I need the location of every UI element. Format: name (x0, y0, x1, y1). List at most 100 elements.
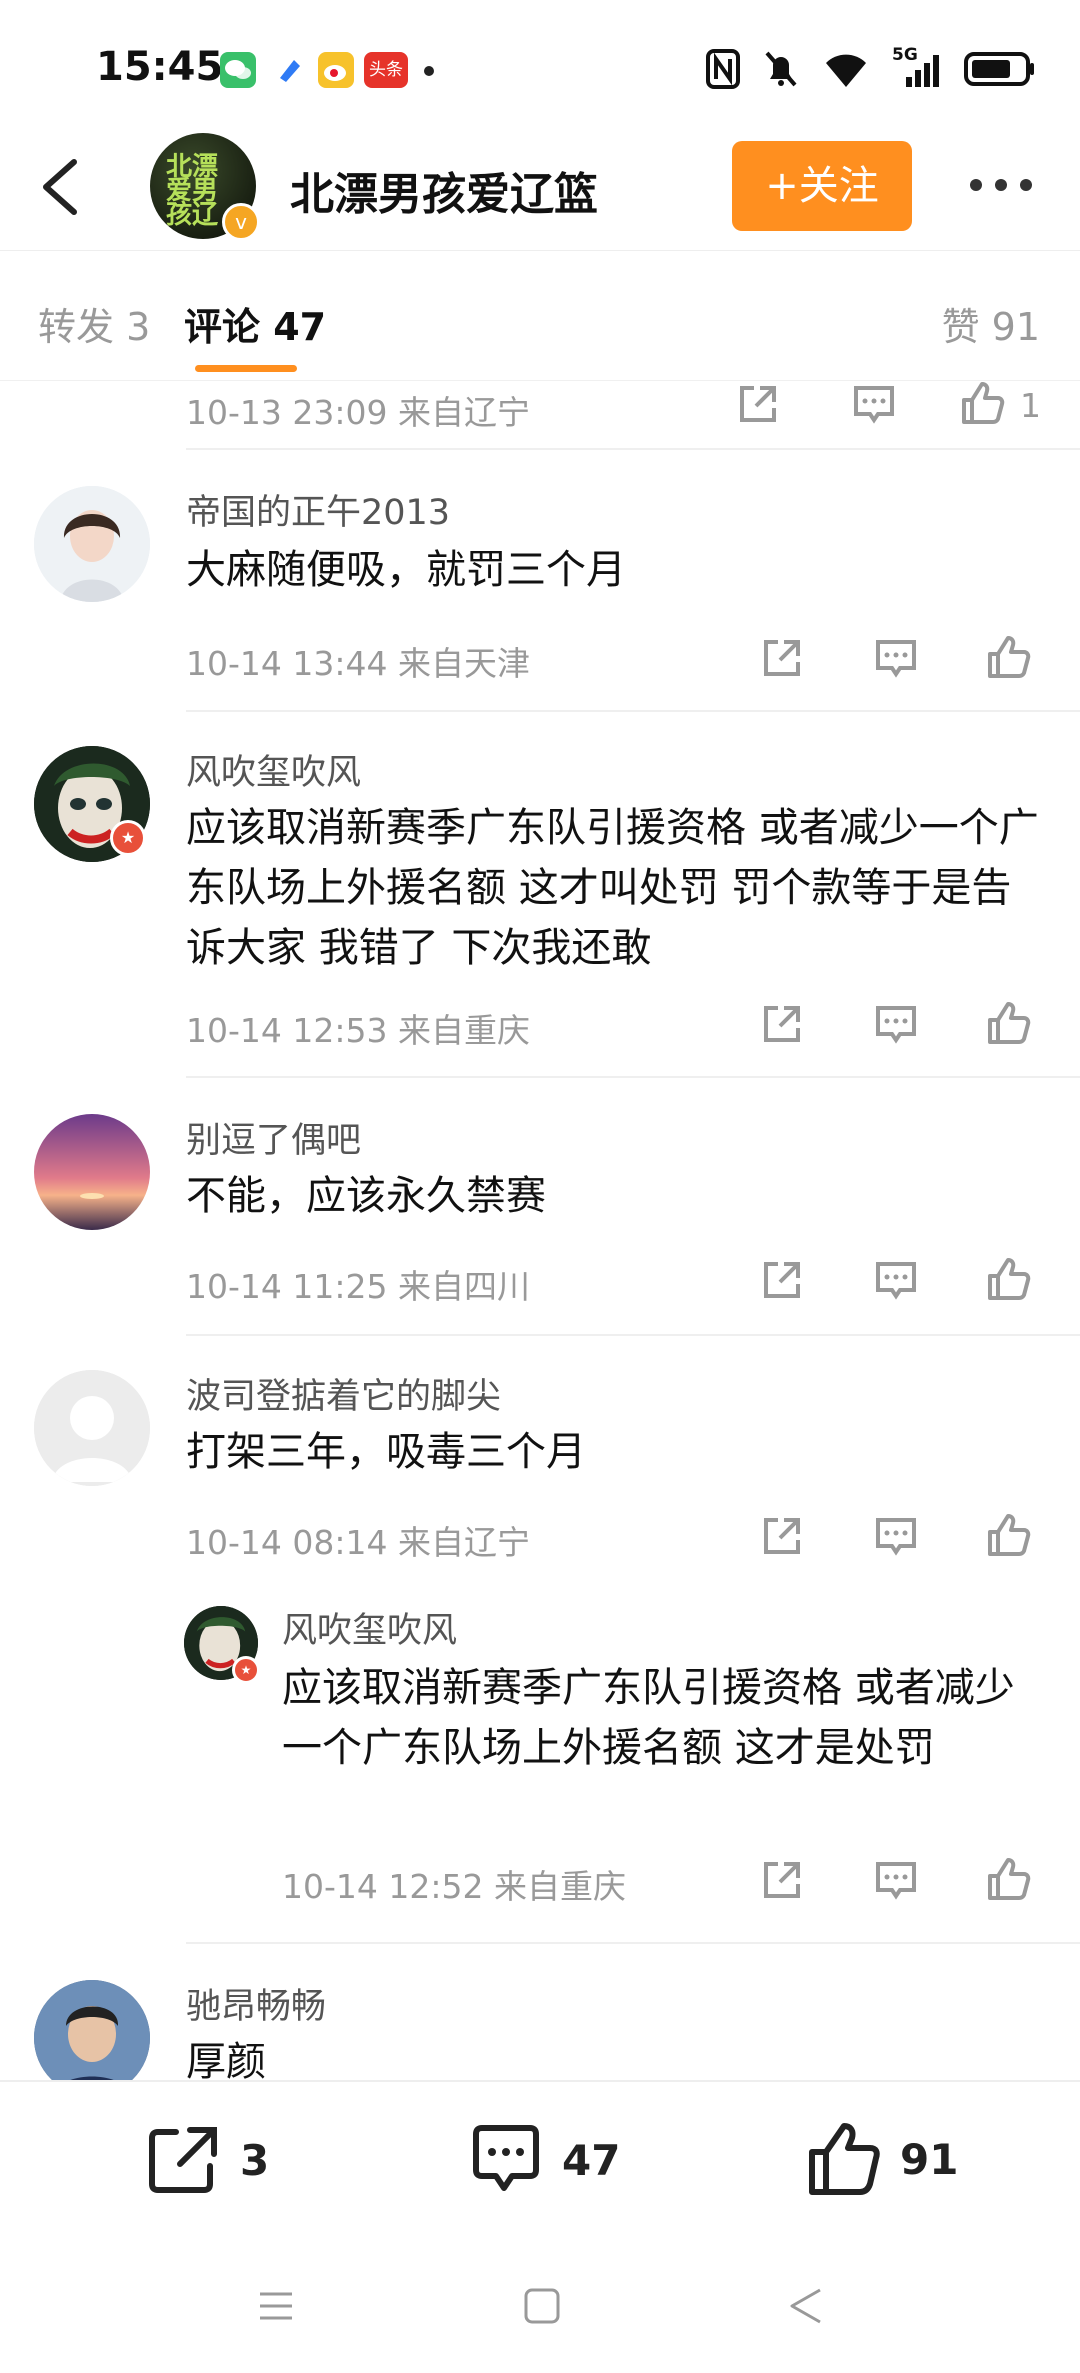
comment-bubble-icon (876, 1262, 916, 1300)
avatar[interactable] (34, 1370, 150, 1486)
divider (186, 448, 1080, 450)
battery-icon (964, 52, 1034, 86)
comment-time: 10-14 13:44 (186, 644, 388, 683)
home-button[interactable] (522, 2286, 562, 2330)
comment-bubble-icon (876, 640, 916, 678)
follow-button[interactable]: +关注 (732, 141, 912, 231)
share-button[interactable] (758, 1256, 806, 1304)
comment-meta: 10-14 13:44 来自天津 (186, 637, 530, 685)
verified-badge-icon: v (222, 203, 260, 241)
back-nav-button[interactable] (786, 2284, 826, 2332)
toutiao-icon: 头条 (364, 52, 408, 88)
active-tab-indicator (195, 365, 297, 372)
tab-reposts[interactable]: 转发 3 (38, 296, 150, 351)
comment-username[interactable]: 波司登掂着它的脚尖 (186, 1368, 501, 1419)
share-icon (764, 1518, 800, 1554)
comment-bubble-icon (854, 386, 894, 424)
more-notifications-dot (424, 66, 434, 76)
share-icon (740, 386, 776, 422)
reply-button[interactable] (872, 1856, 920, 1904)
share-button[interactable] (758, 634, 806, 682)
comment-action[interactable]: 47 (468, 2122, 620, 2198)
comment-meta: 10-14 11:25 来自四川 (186, 1260, 530, 1308)
share-icon (764, 1262, 800, 1298)
divider (186, 1334, 1080, 1336)
comment-time: 10-14 08:14 (186, 1523, 388, 1562)
comment-location: 来自辽宁 (397, 393, 530, 432)
back-arrow-icon (43, 159, 77, 215)
comment-bubble-icon (876, 1518, 916, 1556)
mute-bell-icon (765, 51, 797, 87)
thumbs-up-icon (962, 382, 1005, 424)
tab-comments[interactable]: 评论 47 (184, 296, 326, 351)
like-button[interactable] (984, 1256, 1032, 1304)
nfc-icon (706, 49, 740, 89)
share-icon (764, 1862, 800, 1898)
comment-username[interactable]: 驰昂畅畅 (186, 1978, 326, 2029)
comment-meta: 10-13 23:09 来自辽宁 (186, 386, 530, 434)
comment-text: 厚颜 (186, 2039, 266, 2080)
repost-action[interactable]: 3 (146, 2124, 269, 2196)
divider (186, 1076, 1080, 1078)
tab-bar (0, 250, 1080, 381)
member-badge-icon: ★ (232, 1656, 260, 1684)
tab-likes[interactable]: 赞 91 (942, 296, 1040, 351)
reply-text: 应该取消新赛季广东队引援资格 或者减少一个广东队场上外援名额 这才是处罚 (282, 1665, 1015, 1771)
blue-app-icon (272, 52, 308, 88)
avatar[interactable] (34, 486, 150, 602)
reply-button[interactable] (872, 1256, 920, 1304)
back-button[interactable] (36, 150, 86, 224)
share-button[interactable] (758, 1000, 806, 1048)
comment-bubble-icon (876, 1006, 916, 1044)
more-dots-icon (970, 179, 1032, 191)
comment-text: 不能，应该永久禁赛 (186, 1173, 546, 1219)
comment-bubble-icon (473, 2125, 539, 2191)
like-button[interactable] (958, 380, 1006, 428)
comment-text: 应该取消新赛季广东队引援资格 或者减少一个广东队场上外援名额 这才叫处罚 罚个款… (186, 805, 1039, 971)
comment-location: 来自辽宁 (397, 1523, 530, 1562)
comment-meta: 10-14 08:14 来自辽宁 (186, 1516, 530, 1564)
comment-time: 10-13 23:09 (186, 393, 388, 432)
comment-bubble-icon (876, 1862, 916, 1900)
recent-apps-button[interactable] (256, 2286, 296, 2330)
author-name[interactable]: 北漂男孩爱辽篮 (290, 158, 598, 222)
cellular-signal-icon: 5G (892, 45, 942, 89)
weibo-icon (318, 52, 354, 88)
divider (186, 710, 1080, 712)
reply-button[interactable] (872, 1000, 920, 1048)
more-options-button[interactable] (966, 170, 1036, 200)
clock: 15:45 (96, 44, 224, 90)
share-button[interactable] (758, 1856, 806, 1904)
share-icon (764, 1006, 800, 1042)
thumbs-up-icon (988, 636, 1031, 678)
like-button[interactable] (984, 1000, 1032, 1048)
share-button[interactable] (734, 380, 782, 428)
like-button[interactable] (984, 1512, 1032, 1560)
share-icon (149, 2127, 217, 2193)
avatar[interactable] (34, 1980, 150, 2080)
like-action[interactable]: 91 (806, 2120, 958, 2198)
comment-username[interactable]: 别逗了偶吧 (186, 1112, 361, 1163)
comment-text: 打架三年，吸毒三个月 (186, 1429, 586, 1475)
comment-location: 来自四川 (397, 1267, 530, 1306)
menu-lines-icon (260, 2292, 292, 2320)
comment-list[interactable]: 10-13 23:09 来自辽宁 1 帝国的正午2013 大麻随便吸，就罚三个月… (0, 380, 1080, 2080)
reply-button[interactable] (872, 634, 920, 682)
comment-count: 47 (562, 2135, 621, 2185)
reply-username[interactable]: 风吹玺吹风 (282, 1602, 457, 1653)
like-count: 91 (900, 2134, 959, 2184)
comment-username[interactable]: 帝国的正午2013 (186, 484, 450, 535)
share-button[interactable] (758, 1512, 806, 1560)
back-triangle-icon (790, 2288, 821, 2324)
comment-time: 10-14 12:52 (282, 1867, 484, 1906)
avatar[interactable] (34, 1114, 150, 1230)
comment-username[interactable]: 风吹玺吹风 (186, 744, 361, 795)
comment-meta: 10-14 12:53 来自重庆 (186, 1004, 530, 1052)
like-button[interactable] (984, 1856, 1032, 1904)
wechat-icon (220, 52, 256, 88)
thumbs-up-icon (988, 1514, 1031, 1556)
reply-button[interactable] (850, 380, 898, 428)
reply-button[interactable] (872, 1512, 920, 1560)
like-button[interactable] (984, 634, 1032, 682)
member-badge-icon: ★ (110, 820, 146, 856)
